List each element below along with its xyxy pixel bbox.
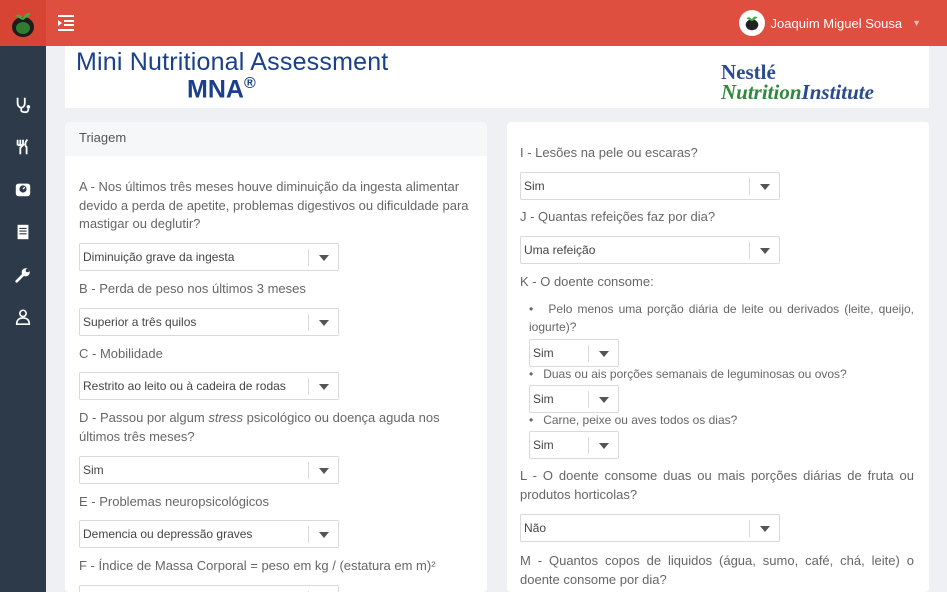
select-l[interactable]: Não (520, 514, 780, 542)
banner-subtitle: MNA® (187, 75, 256, 104)
question-m: M - Quantos copos de liquidos (água, sum… (520, 553, 914, 587)
user-icon[interactable] (12, 306, 34, 328)
document-icon[interactable] (12, 221, 34, 243)
k-item-1: • Pelo menos uma porção diária de leite … (529, 302, 914, 334)
question-b: B - Perda de peso nos últimos 3 meses (79, 281, 306, 296)
question-c: C - Mobilidade (79, 346, 163, 361)
chevron-down-icon (308, 249, 338, 266)
chevron-down-icon (308, 314, 338, 331)
avatar (738, 10, 765, 36)
question-k: K - O doente consome: (520, 274, 654, 289)
select-j[interactable]: Uma refeição (520, 236, 780, 264)
select-b[interactable]: Superior a três quilos (79, 308, 339, 336)
wrench-icon[interactable] (12, 264, 34, 286)
select-k2[interactable]: Sim (529, 385, 619, 413)
chevron-down-icon (749, 178, 779, 195)
menu-toggle-button[interactable] (58, 14, 78, 32)
nestle-logo: Nestlé NutritionInstitute (721, 60, 874, 104)
k-item-3: • Carne, peixe ou aves todos os dias? (529, 413, 738, 427)
chevron-down-icon (588, 391, 618, 408)
mna-banner: Mini Nutritional Assessment MNA® Nestlé … (65, 46, 929, 108)
chevron-down-icon (588, 345, 618, 362)
apple-logo-icon (12, 13, 34, 37)
banner-title: Mini Nutritional Assessment (76, 48, 389, 76)
select-c[interactable]: Restrito ao leito ou à cadeira de rodas (79, 372, 339, 400)
select-i[interactable]: Sim (520, 172, 780, 200)
select-e[interactable]: Demencia ou depressão graves (79, 520, 339, 548)
cutlery-icon[interactable] (12, 136, 34, 158)
question-i: I - Lesões na pele ou escaras? (520, 145, 698, 160)
select-a[interactable]: Diminuição grave da ingesta (79, 243, 339, 271)
triagem-card: Triagem A - Nos últimos três meses houve… (65, 122, 487, 592)
select-f[interactable] (79, 585, 339, 592)
question-d: D - Passou por algum stress psicológico … (79, 410, 440, 444)
question-a: A - Nos últimos três meses houve diminui… (79, 179, 469, 231)
chevron-down-icon: ▼ (912, 18, 921, 28)
scale-icon[interactable] (12, 178, 34, 200)
apple-avatar-icon (745, 16, 758, 31)
stethoscope-icon[interactable] (12, 94, 34, 116)
select-k1[interactable]: Sim (529, 339, 619, 367)
menu-icon (58, 15, 74, 31)
question-l: L - O doente consome duas ou mais porçõe… (520, 468, 914, 502)
chevron-down-icon (308, 526, 338, 543)
sidebar (0, 46, 46, 592)
select-d[interactable]: Sim (79, 456, 339, 484)
assessment-card: I - Lesões na pele ou escaras? Sim J - Q… (507, 122, 929, 592)
question-j: J - Quantas refeições faz por dia? (520, 209, 716, 224)
app-logo[interactable] (0, 0, 46, 46)
question-e: E - Problemas neuropsicológicos (79, 494, 270, 509)
question-f: F - Índice de Massa Corporal = peso em k… (79, 558, 436, 573)
top-bar: Joaquim Miguel Sousa ▼ (0, 0, 947, 46)
user-name: Joaquim Miguel Sousa (770, 15, 903, 31)
chevron-down-icon (749, 242, 779, 259)
chevron-down-icon (308, 378, 338, 395)
select-k3[interactable]: Sim (529, 431, 619, 459)
chevron-down-icon (308, 462, 338, 479)
user-menu[interactable]: Joaquim Miguel Sousa ▼ (738, 9, 921, 37)
k-item-2: • Duas ou ais porções semanais de legumi… (529, 367, 847, 381)
chevron-down-icon (749, 520, 779, 537)
chevron-down-icon (588, 437, 618, 454)
triagem-heading: Triagem (65, 122, 487, 156)
